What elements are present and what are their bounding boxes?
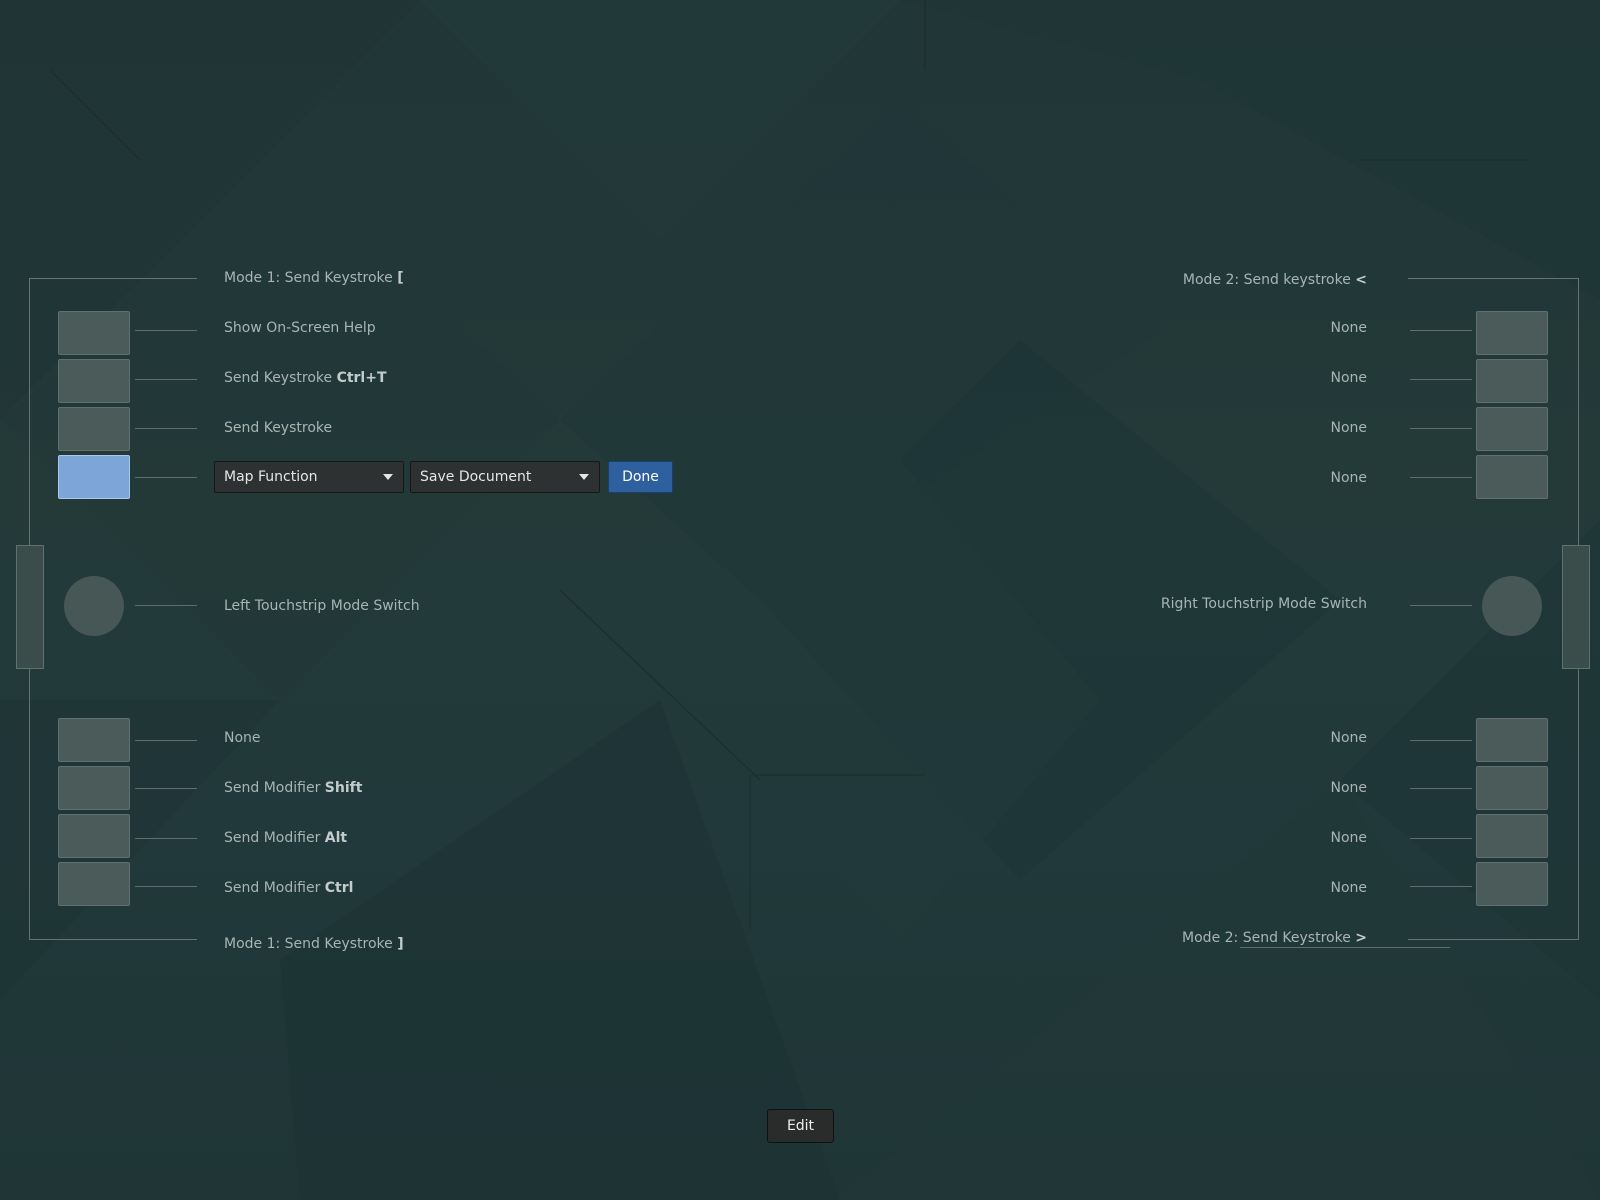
left-button-3-connector bbox=[135, 428, 197, 429]
right-touchstrip-label[interactable]: Right Touchstrip Mode Switch bbox=[1161, 595, 1367, 613]
right-lower-button-3-connector bbox=[1410, 838, 1472, 839]
left-top-mode-label: Mode 1: Send Keystroke [ bbox=[224, 270, 404, 286]
left-button-3[interactable] bbox=[58, 407, 130, 451]
right-button-2-label[interactable]: None bbox=[1330, 369, 1367, 387]
left-button-2[interactable] bbox=[58, 359, 130, 403]
left-button-2-label[interactable]: Send Keystroke Ctrl+T bbox=[224, 369, 387, 387]
left-button-4-selected[interactable] bbox=[58, 455, 130, 499]
right-lower-button-1[interactable] bbox=[1476, 718, 1548, 762]
right-button-3-connector bbox=[1410, 428, 1472, 429]
left-button-3-label[interactable]: Send Keystroke bbox=[224, 419, 332, 437]
right-button-1[interactable] bbox=[1476, 311, 1548, 355]
right-lower-button-2-connector bbox=[1410, 788, 1472, 789]
right-lower-button-2-label[interactable]: None bbox=[1330, 779, 1367, 797]
action-dropdown[interactable]: Save Document bbox=[410, 461, 600, 493]
left-button-2-connector bbox=[135, 379, 197, 380]
chevron-down-icon bbox=[579, 474, 589, 480]
right-top-mode-label: Mode 2: Send keystroke < bbox=[1182, 272, 1367, 288]
left-bottom-mode-label: Mode 1: Send Keystroke ] bbox=[224, 936, 404, 952]
right-lower-button-1-connector bbox=[1410, 740, 1472, 741]
left-lower-button-4-connector bbox=[135, 886, 197, 887]
right-button-2[interactable] bbox=[1476, 359, 1548, 403]
left-lower-button-1[interactable] bbox=[58, 718, 130, 762]
left-button-1-connector bbox=[135, 330, 197, 331]
right-button-4-connector bbox=[1410, 477, 1472, 478]
right-mode-ring[interactable] bbox=[1482, 576, 1542, 636]
left-lower-button-2-connector bbox=[135, 788, 197, 789]
left-lower-button-3-connector bbox=[135, 838, 197, 839]
right-bottom-underline bbox=[1240, 947, 1450, 948]
left-mode-ring[interactable] bbox=[64, 576, 124, 636]
right-button-2-connector bbox=[1410, 379, 1472, 380]
left-lower-button-2-label[interactable]: Send Modifier Shift bbox=[224, 779, 362, 797]
right-bottom-mode-label: Mode 2: Send Keystroke > bbox=[1182, 930, 1367, 946]
left-button-1[interactable] bbox=[58, 311, 130, 355]
right-button-1-label[interactable]: None bbox=[1330, 319, 1367, 337]
right-button-4-label[interactable]: None bbox=[1330, 469, 1367, 487]
right-touchstrip[interactable] bbox=[1562, 545, 1590, 669]
right-lower-button-1-label[interactable]: None bbox=[1330, 729, 1367, 747]
edit-button[interactable]: Edit bbox=[767, 1109, 834, 1143]
right-lower-button-3-label[interactable]: None bbox=[1330, 829, 1367, 847]
left-lower-button-3[interactable] bbox=[58, 814, 130, 858]
left-lower-button-2[interactable] bbox=[58, 766, 130, 810]
left-lower-button-1-label[interactable]: None bbox=[224, 729, 261, 747]
done-button[interactable]: Done bbox=[608, 461, 673, 493]
right-button-3-label[interactable]: None bbox=[1330, 419, 1367, 437]
right-lower-button-4-label[interactable]: None bbox=[1330, 879, 1367, 897]
left-ring-connector bbox=[135, 605, 197, 606]
left-lower-button-3-label[interactable]: Send Modifier Alt bbox=[224, 829, 347, 847]
right-lower-button-4-connector bbox=[1410, 886, 1472, 887]
left-touchstrip-label[interactable]: Left Touchstrip Mode Switch bbox=[224, 597, 420, 615]
chevron-down-icon bbox=[383, 474, 393, 480]
right-lower-button-3[interactable] bbox=[1476, 814, 1548, 858]
left-lower-button-4[interactable] bbox=[58, 862, 130, 906]
right-button-3[interactable] bbox=[1476, 407, 1548, 451]
right-lower-button-2[interactable] bbox=[1476, 766, 1548, 810]
left-lower-button-1-connector bbox=[135, 740, 197, 741]
right-button-4[interactable] bbox=[1476, 455, 1548, 499]
right-button-1-connector bbox=[1410, 330, 1472, 331]
left-button-4-connector bbox=[135, 477, 197, 478]
left-button-1-label[interactable]: Show On-Screen Help bbox=[224, 319, 376, 337]
left-lower-button-4-label[interactable]: Send Modifier Ctrl bbox=[224, 879, 353, 897]
map-function-dropdown[interactable]: Map Function bbox=[214, 461, 404, 493]
right-lower-button-4[interactable] bbox=[1476, 862, 1548, 906]
right-ring-connector bbox=[1410, 605, 1472, 606]
left-touchstrip[interactable] bbox=[16, 545, 44, 669]
